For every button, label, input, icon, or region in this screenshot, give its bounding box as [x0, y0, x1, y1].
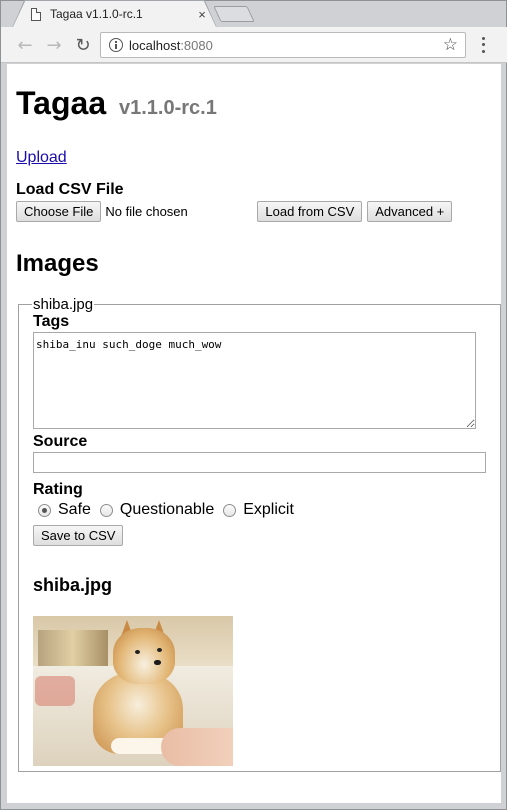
tags-label: Tags: [33, 313, 70, 330]
shiba-image: [33, 616, 233, 766]
tab-strip: Tagaa v1.1.0-rc.1 ×: [1, 0, 507, 28]
images-heading: Images: [16, 250, 99, 277]
upload-link[interactable]: Upload: [16, 149, 67, 167]
load-csv-label: Load CSV File: [16, 181, 124, 198]
url-text[interactable]: localhost:8080: [129, 38, 443, 53]
image-dog-eye-left: [135, 650, 140, 654]
choose-file-button[interactable]: Choose File: [16, 200, 102, 222]
url-host: localhost: [129, 37, 181, 53]
page-title: Tagaa v1.1.0-rc.1: [16, 84, 492, 127]
rating-safe-label[interactable]: Safe: [58, 501, 91, 519]
advanced-button[interactable]: Advanced +: [367, 200, 453, 222]
page-content: Tagaa v1.1.0-rc.1 Upload Load CSV File C…: [7, 84, 501, 772]
rating-safe-radio[interactable]: [38, 503, 51, 517]
image-hand: [161, 728, 233, 766]
browser-window: Tagaa v1.1.0-rc.1 × ← → ↻ localhost:8080…: [0, 0, 507, 810]
url-port: :8080: [180, 37, 213, 53]
image-background-shelf: [38, 630, 108, 666]
image-dog-head: [113, 628, 175, 684]
image-dog-eye-right: [157, 648, 162, 652]
info-icon[interactable]: [109, 38, 123, 52]
rating-explicit-radio[interactable]: [223, 503, 237, 517]
image-heading: shiba.jpg: [33, 575, 113, 595]
back-icon[interactable]: ←: [13, 33, 37, 57]
reload-icon[interactable]: ↻: [71, 33, 95, 57]
file-status: No file chosen: [105, 203, 188, 219]
new-tab-button[interactable]: [213, 6, 255, 22]
rating-explicit-label[interactable]: Explicit: [243, 501, 294, 519]
tab-title: Tagaa v1.1.0-rc.1: [50, 7, 143, 21]
image-pillow: [35, 676, 75, 706]
browser-toolbar: ← → ↻ localhost:8080 ☆: [1, 27, 507, 63]
image-card: shiba.jpg Tags shiba_inu such_doge much_…: [18, 296, 501, 772]
star-icon[interactable]: ☆: [443, 35, 458, 55]
rating-label: Rating: [33, 481, 83, 498]
tags-textarea[interactable]: shiba_inu such_doge much_wow: [33, 332, 476, 429]
page-icon: [31, 7, 41, 21]
rating-radio-group: Safe Questionable Explicit: [33, 500, 486, 520]
tab-content[interactable]: Tagaa v1.1.0-rc.1 ×: [31, 5, 209, 23]
menu-icon[interactable]: [475, 35, 491, 55]
forward-icon[interactable]: →: [42, 33, 66, 57]
rating-questionable-label[interactable]: Questionable: [120, 501, 214, 519]
app-version: v1.1.0-rc.1: [119, 97, 217, 119]
source-input[interactable]: [33, 452, 486, 473]
save-to-csv-button[interactable]: Save to CSV: [33, 525, 124, 546]
page-viewport: Tagaa v1.1.0-rc.1 Upload Load CSV File C…: [7, 64, 501, 803]
source-label: Source: [33, 433, 88, 450]
load-csv-row: Choose File No file chosen Load from CSV…: [16, 200, 492, 222]
close-icon[interactable]: ×: [195, 7, 209, 22]
load-from-csv-button[interactable]: Load from CSV: [257, 200, 363, 222]
image-dog-nose: [154, 660, 161, 665]
rating-questionable-radio[interactable]: [99, 503, 113, 517]
app-name: Tagaa: [16, 85, 107, 121]
address-bar[interactable]: localhost:8080 ☆: [100, 32, 466, 58]
image-card-legend: shiba.jpg: [33, 296, 94, 313]
